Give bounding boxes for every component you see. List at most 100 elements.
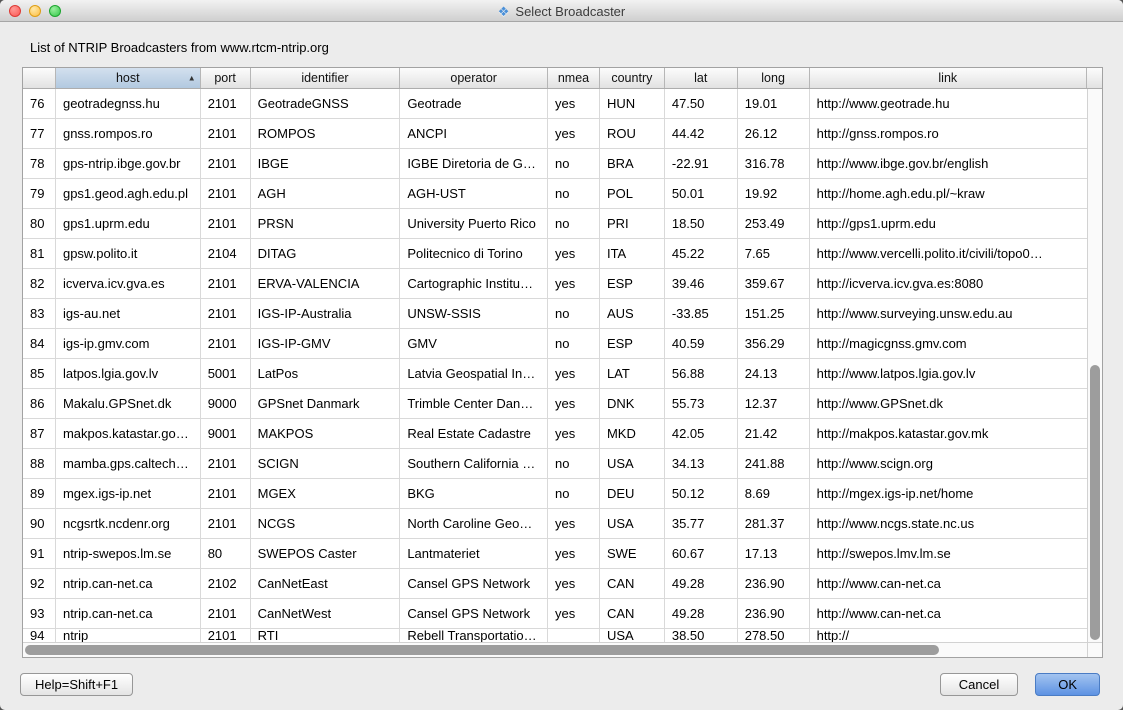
table-row[interactable]: 93ntrip.can-net.ca2101CanNetWestCansel G… [23,599,1087,629]
close-button[interactable] [9,5,21,17]
cancel-button[interactable]: Cancel [940,673,1018,696]
cell-nmea: no [548,449,600,478]
cell-nmea: yes [548,419,600,448]
table-body-wrap: 76geotradegnss.hu2101GeotradeGNSSGeotrad… [23,89,1102,642]
cell-lat: 39.46 [665,269,738,298]
cell-port: 2101 [201,299,251,328]
cell-num: 89 [23,479,56,508]
column-header-country[interactable]: country [600,68,665,88]
table-row[interactable]: 92ntrip.can-net.ca2102CanNetEastCansel G… [23,569,1087,599]
cell-operator: Southern California … [400,449,548,478]
cell-host: igs-ip.gmv.com [56,329,201,358]
cell-identifier: RTI [251,629,401,642]
cell-country: ESP [600,269,665,298]
cell-country: POL [600,179,665,208]
cell-country: SWE [600,539,665,568]
cell-num: 86 [23,389,56,418]
cell-operator: Trimble Center Dan… [400,389,548,418]
cell-identifier: AGH [251,179,401,208]
cell-long: 19.92 [738,179,810,208]
table-row[interactable]: 87makpos.katastar.go…9001MAKPOSReal Esta… [23,419,1087,449]
cell-host: makpos.katastar.go… [56,419,201,448]
table-row[interactable]: 79gps1.geod.agh.edu.pl2101AGHAGH-USTnoPO… [23,179,1087,209]
column-header-host[interactable]: host▲ [56,68,201,88]
table-row[interactable]: 91ntrip-swepos.lm.se80SWEPOS CasterLantm… [23,539,1087,569]
column-header-rownum[interactable] [23,68,56,88]
zoom-button[interactable] [49,5,61,17]
cell-port: 9000 [201,389,251,418]
table-row[interactable]: 84igs-ip.gmv.com2101IGS-IP-GMVGMVnoESP40… [23,329,1087,359]
cell-long: 253.49 [738,209,810,238]
cell-lat: 44.42 [665,119,738,148]
column-header-identifier[interactable]: identifier [251,68,401,88]
cell-host: latpos.lgia.gov.lv [56,359,201,388]
cell-lat: 34.13 [665,449,738,478]
cell-long: 151.25 [738,299,810,328]
cell-identifier: MGEX [251,479,401,508]
cell-lat: -22.91 [665,149,738,178]
cell-lat: 38.50 [665,629,738,642]
column-header-port[interactable]: port [201,68,251,88]
cell-operator: Cartographic Institu… [400,269,548,298]
table-row[interactable]: 81gpsw.polito.it2104DITAGPolitecnico di … [23,239,1087,269]
cell-long: 356.29 [738,329,810,358]
table-row[interactable]: 94ntrip2101RTIRebell Transportatio…USA38… [23,629,1087,642]
footer: Help=Shift+F1 Cancel OK [20,673,1100,696]
column-header-link[interactable]: link [810,68,1087,88]
column-header-lat[interactable]: lat [665,68,738,88]
cell-country: LAT [600,359,665,388]
table-row[interactable]: 77gnss.rompos.ro2101ROMPOSANCPIyesROU44.… [23,119,1087,149]
cell-country: USA [600,629,665,642]
cell-nmea: yes [548,569,600,598]
vertical-scrollbar-thumb[interactable] [1090,365,1100,640]
cell-host: gps1.uprm.edu [56,209,201,238]
horizontal-scrollbar-thumb[interactable] [25,645,939,655]
help-button[interactable]: Help=Shift+F1 [20,673,133,696]
table-row[interactable]: 85latpos.lgia.gov.lv5001LatPosLatvia Geo… [23,359,1087,389]
table-row[interactable]: 82icverva.icv.gva.es2101ERVA-VALENCIACar… [23,269,1087,299]
cell-link: http://www.scign.org [810,449,1087,478]
column-header-label: host [116,71,140,85]
horizontal-scrollbar[interactable] [23,643,1087,657]
column-header-operator[interactable]: operator [400,68,548,88]
vertical-scrollbar[interactable] [1087,89,1102,642]
cell-operator: BKG [400,479,548,508]
cell-host: gnss.rompos.ro [56,119,201,148]
cell-lat: 18.50 [665,209,738,238]
table-row[interactable]: 76geotradegnss.hu2101GeotradeGNSSGeotrad… [23,89,1087,119]
cell-identifier: LatPos [251,359,401,388]
cell-num: 76 [23,89,56,118]
column-header-nmea[interactable]: nmea [548,68,600,88]
table-row[interactable]: 88mamba.gps.caltech…2101SCIGNSouthern Ca… [23,449,1087,479]
cell-link: http://www.vercelli.polito.it/civili/top… [810,239,1087,268]
column-header-label: nmea [558,71,589,85]
cell-lat: -33.85 [665,299,738,328]
cell-lat: 50.12 [665,479,738,508]
cell-long: 26.12 [738,119,810,148]
cell-lat: 42.05 [665,419,738,448]
cell-host: igs-au.net [56,299,201,328]
cell-nmea: yes [548,119,600,148]
horizontal-scrollbar-row [23,642,1102,657]
cell-long: 236.90 [738,569,810,598]
cell-host: ntrip-swepos.lm.se [56,539,201,568]
minimize-button[interactable] [29,5,41,17]
cell-nmea: yes [548,89,600,118]
cell-nmea: no [548,479,600,508]
cell-long: 236.90 [738,599,810,628]
table-row[interactable]: 90ncgsrtk.ncdenr.org2101NCGSNorth Caroli… [23,509,1087,539]
column-header-long[interactable]: long [738,68,810,88]
titlebar: ❖ Select Broadcaster [0,0,1123,22]
table-row[interactable]: 89mgex.igs-ip.net2101MGEXBKGnoDEU50.128.… [23,479,1087,509]
table-row[interactable]: 78gps-ntrip.ibge.gov.br2101IBGEIGBE Dire… [23,149,1087,179]
table-row[interactable]: 83igs-au.net2101IGS-IP-AustraliaUNSW-SSI… [23,299,1087,329]
cell-long: 316.78 [738,149,810,178]
cell-identifier: PRSN [251,209,401,238]
ok-button[interactable]: OK [1035,673,1100,696]
cell-nmea: yes [548,599,600,628]
cell-operator: Rebell Transportatio… [400,629,548,642]
cell-nmea: no [548,209,600,238]
table-row[interactable]: 86Makalu.GPSnet.dk9000GPSnet DanmarkTrim… [23,389,1087,419]
table-row[interactable]: 80gps1.uprm.edu2101PRSNUniversity Puerto… [23,209,1087,239]
cell-identifier: ERVA-VALENCIA [251,269,401,298]
